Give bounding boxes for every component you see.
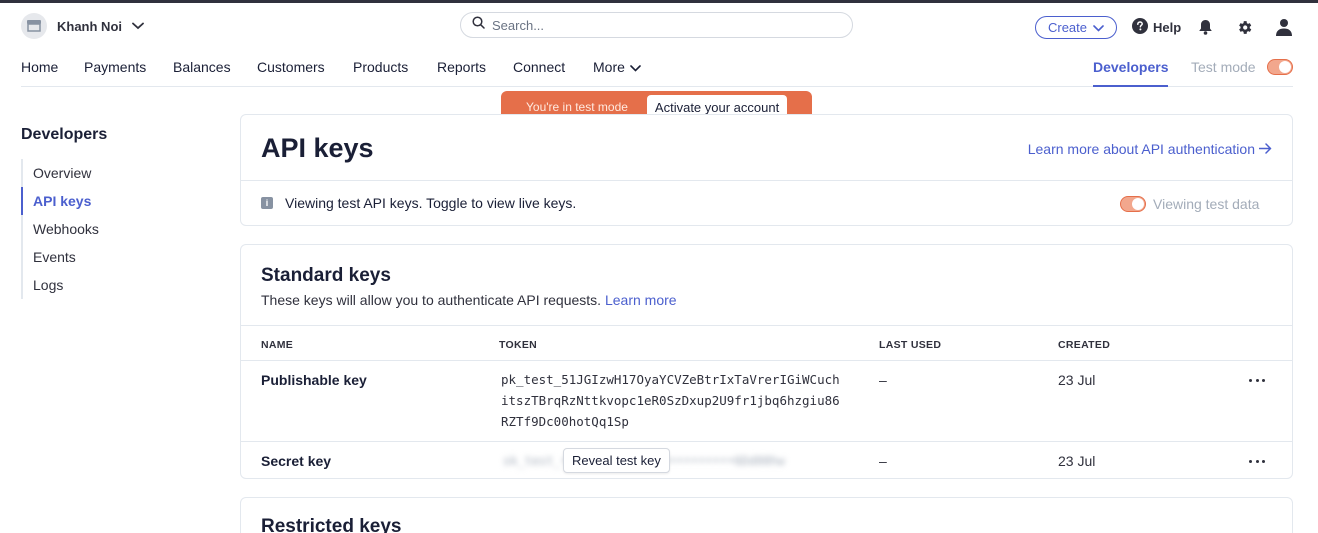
test-keys-info-text: Viewing test API keys. Toggle to view li… <box>285 195 577 211</box>
sidebar-item-events[interactable]: Events <box>21 243 201 271</box>
arrow-right-icon <box>1258 141 1272 157</box>
nav-customers[interactable]: Customers <box>257 59 325 75</box>
restricted-keys-card: Restricted keys <box>240 497 1293 533</box>
last-used-value: – <box>879 453 887 469</box>
viewing-test-data-toggle[interactable] <box>1120 196 1146 212</box>
keys-table-header: NAME TOKEN LAST USED CREATED <box>241 325 1292 361</box>
learn-api-auth-label: Learn more about API authentication <box>1027 141 1255 157</box>
table-row-publishable-key: Publishable key pk_test_51JGIzwH17OyaYCV… <box>241 361 1292 442</box>
nav-more-label: More <box>593 59 625 75</box>
create-label: Create <box>1047 20 1088 35</box>
row-actions-more-icon[interactable] <box>1249 456 1265 466</box>
standard-keys-description-text: These keys will allow you to authenticat… <box>261 292 602 308</box>
row-actions-more-icon[interactable] <box>1249 375 1265 385</box>
nav-balances[interactable]: Balances <box>173 59 231 75</box>
sidebar-list: Overview API keys Webhooks Events Logs <box>21 159 201 299</box>
help-icon <box>1132 18 1148 37</box>
search-input[interactable] <box>492 17 832 33</box>
notifications-bell-icon[interactable] <box>1195 17 1215 37</box>
publishable-key-token[interactable]: pk_test_51JGIzwH17OyaYCVZeBtrIxTaVrerIGi… <box>501 369 841 432</box>
created-value: 23 Jul <box>1058 453 1096 469</box>
chevron-down-icon <box>1093 20 1104 35</box>
create-button[interactable]: Create <box>1035 16 1117 39</box>
nav-developers[interactable]: Developers <box>1093 59 1169 87</box>
table-row-secret-key: Secret key sk_test_•••••••••••••••••••••… <box>241 442 1292 479</box>
column-header-created: CREATED <box>1058 339 1111 351</box>
column-header-name: NAME <box>261 339 294 351</box>
test-mode-toggle[interactable] <box>1267 59 1293 75</box>
api-keys-header-card: API keys Learn more about API authentica… <box>240 114 1293 226</box>
sidebar-title: Developers <box>21 126 108 143</box>
chevron-down-icon <box>630 59 641 75</box>
sidebar-item-overview[interactable]: Overview <box>21 159 201 187</box>
sidebar: Developers Overview API keys Webhooks Ev… <box>21 126 221 299</box>
nav-reports[interactable]: Reports <box>437 59 486 75</box>
key-name: Secret key <box>261 453 332 469</box>
column-header-token: TOKEN <box>499 339 538 351</box>
nav-more[interactable]: More <box>593 59 641 75</box>
account-switcher[interactable]: Khanh Noi <box>21 13 144 39</box>
learn-api-auth-link[interactable]: Learn more about API authentication <box>1028 141 1272 157</box>
nav-payments[interactable]: Payments <box>84 59 146 75</box>
created-value: 23 Jul <box>1058 372 1096 388</box>
account-name: Khanh Noi <box>57 18 122 34</box>
sidebar-item-webhooks[interactable]: Webhooks <box>21 215 201 243</box>
page-title: API keys <box>261 133 374 163</box>
nav-products[interactable]: Products <box>353 59 408 75</box>
standard-keys-description: These keys will allow you to authenticat… <box>261 292 677 308</box>
sidebar-item-logs[interactable]: Logs <box>21 271 201 299</box>
key-name: Publishable key <box>261 372 367 388</box>
learn-more-link[interactable]: Learn more <box>605 292 677 308</box>
test-mode-banner-text: You're in test mode <box>526 100 628 114</box>
search-icon <box>472 16 485 34</box>
help-label: Help <box>1153 20 1182 35</box>
user-profile-icon[interactable] <box>1274 17 1294 37</box>
store-icon <box>21 13 47 39</box>
standard-keys-card: Standard keys These keys will allow you … <box>240 244 1293 479</box>
restricted-keys-title: Restricted keys <box>261 516 402 533</box>
viewing-test-data-label: Viewing test data <box>1153 196 1260 212</box>
test-mode-label: Test mode <box>1191 59 1256 75</box>
column-header-last-used: LAST USED <box>879 339 942 351</box>
info-icon: i <box>261 197 273 209</box>
standard-keys-title: Standard keys <box>261 265 391 286</box>
main-nav: Home Payments Balances Customers Product… <box>21 48 1293 87</box>
sidebar-item-api-keys[interactable]: API keys <box>21 187 201 215</box>
nav-home[interactable]: Home <box>21 59 58 75</box>
help-button[interactable]: Help <box>1132 18 1181 37</box>
top-bar: Khanh Noi Create Help <box>0 0 1318 48</box>
last-used-value: – <box>879 372 887 388</box>
chevron-down-icon <box>132 22 144 30</box>
test-keys-info-row: i Viewing test API keys. Toggle to view … <box>241 180 1292 226</box>
nav-connect[interactable]: Connect <box>513 59 565 75</box>
search-bar[interactable] <box>460 12 853 38</box>
reveal-test-key-button[interactable]: Reveal test key <box>563 448 670 473</box>
settings-gear-icon[interactable] <box>1234 17 1254 37</box>
